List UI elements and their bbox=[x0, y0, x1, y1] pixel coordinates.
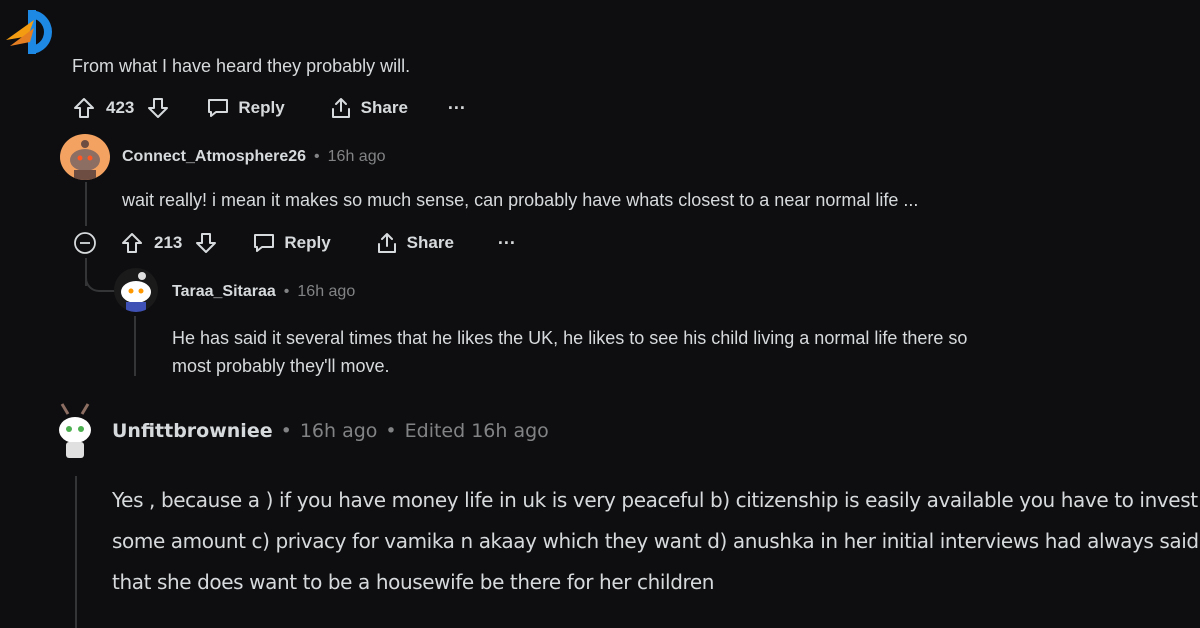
share-icon bbox=[331, 98, 350, 118]
comment-text: Yes , because a ) if you have money life… bbox=[112, 480, 1199, 603]
edited-timestamp: Edited 16h ago bbox=[404, 420, 549, 442]
thread-connector bbox=[85, 270, 117, 292]
username[interactable]: Unfittbrowniee bbox=[112, 420, 273, 442]
thread-line bbox=[85, 182, 87, 226]
share-label: Share bbox=[360, 98, 408, 117]
timestamp[interactable]: 16h ago bbox=[328, 148, 386, 166]
comment-line: most probably they'll move. bbox=[172, 356, 390, 376]
timestamp[interactable]: 16h ago bbox=[297, 283, 355, 301]
username[interactable]: Taraa_Sitaraa bbox=[172, 283, 276, 301]
avatar[interactable] bbox=[60, 134, 110, 180]
reply-button[interactable]: Reply bbox=[206, 97, 285, 119]
comment-header: Unfittbrowniee • 16h ago • Edited 16h ag… bbox=[112, 420, 549, 442]
share-button[interactable]: Share bbox=[329, 96, 408, 120]
comment-line: some amount c) privacy for vamika n akaa… bbox=[112, 529, 1199, 553]
share-label: Share bbox=[406, 233, 454, 252]
site-logo bbox=[6, 10, 52, 54]
collapse-thread-button[interactable] bbox=[72, 230, 98, 256]
comment-line: He has said it several times that he lik… bbox=[172, 328, 968, 348]
comment-line: Yes , because a ) if you have money life… bbox=[112, 488, 1198, 512]
upvote-icon[interactable] bbox=[72, 96, 96, 120]
avatar[interactable] bbox=[52, 400, 98, 462]
reply-button[interactable]: Reply bbox=[252, 232, 331, 254]
separator: • bbox=[280, 420, 292, 442]
reply-label: Reply bbox=[238, 98, 285, 117]
comment-line: that she does want to be a housewife be … bbox=[112, 570, 715, 594]
comment-text: wait really! i mean it makes so much sen… bbox=[122, 190, 919, 210]
separator: • bbox=[283, 283, 290, 300]
more-options-button[interactable]: ··· bbox=[498, 233, 516, 254]
comment-text: From what I have heard they probably wil… bbox=[72, 56, 411, 76]
username[interactable]: Connect_Atmosphere26 bbox=[122, 148, 306, 166]
thread-line bbox=[75, 476, 77, 628]
comment-icon bbox=[208, 99, 229, 117]
comment-text: He has said it several times that he lik… bbox=[172, 324, 967, 380]
downvote-icon[interactable] bbox=[146, 96, 170, 120]
thread-line bbox=[134, 316, 136, 376]
comment-icon bbox=[254, 234, 275, 252]
downvote-icon[interactable] bbox=[194, 231, 218, 255]
comment-action-bar: 213 Reply Share ··· bbox=[72, 228, 516, 258]
snoo-avatar-icon bbox=[121, 272, 151, 312]
snoo-avatar-icon bbox=[59, 403, 91, 458]
upvote-icon[interactable] bbox=[120, 231, 144, 255]
avatar[interactable] bbox=[114, 268, 158, 312]
snoo-avatar-icon bbox=[70, 140, 100, 180]
more-options-button[interactable]: ··· bbox=[448, 98, 466, 119]
share-button[interactable]: Share bbox=[375, 231, 454, 255]
share-icon bbox=[377, 233, 396, 253]
comment-header: Connect_Atmosphere26 • 16h ago bbox=[122, 148, 386, 166]
separator: • bbox=[385, 420, 397, 442]
comment-action-bar: 423 Reply Share ··· bbox=[72, 93, 466, 123]
separator: • bbox=[314, 148, 320, 165]
vote-count: 423 bbox=[106, 98, 135, 117]
reply-label: Reply bbox=[284, 233, 331, 252]
comment-header: Taraa_Sitaraa • 16h ago bbox=[172, 283, 355, 301]
vote-count: 213 bbox=[154, 233, 183, 252]
collapse-icon bbox=[74, 232, 96, 254]
timestamp[interactable]: 16h ago bbox=[300, 420, 378, 442]
